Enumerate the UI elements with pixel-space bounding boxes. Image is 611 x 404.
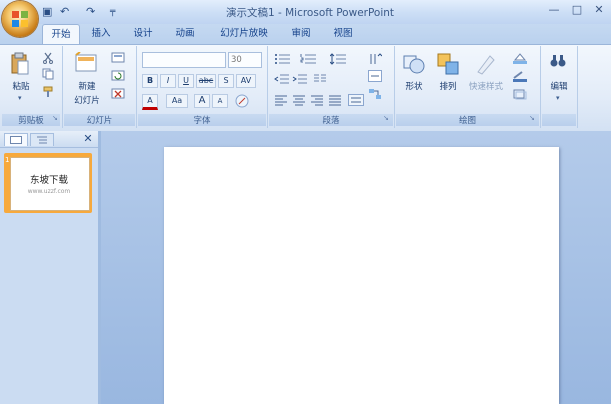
paste-label: 粘贴 (12, 82, 30, 92)
tab-outline-view[interactable] (30, 133, 54, 146)
shrink-font-button[interactable]: A (212, 94, 228, 108)
decrease-indent-icon[interactable] (274, 72, 290, 86)
format-painter-icon[interactable] (42, 86, 54, 98)
tab-insert[interactable]: 插入 (86, 24, 116, 43)
thumbnail-subtitle: www.uzzf.com (27, 188, 71, 195)
bullets-icon[interactable] (274, 52, 292, 66)
quick-styles-icon[interactable] (474, 52, 498, 76)
align-right-icon[interactable] (310, 94, 324, 106)
convert-smartart-icon[interactable] (368, 88, 382, 100)
close-window-button[interactable]: ✕ (590, 3, 608, 17)
shape-outline-icon[interactable] (512, 70, 528, 82)
tab-design[interactable]: 设计 (128, 24, 158, 43)
align-center-icon[interactable] (292, 94, 306, 106)
layout-icon[interactable] (111, 52, 125, 63)
numbering-icon[interactable] (300, 52, 318, 66)
paste-icon[interactable] (10, 52, 30, 76)
grow-font-button[interactable]: A (194, 94, 210, 108)
minimize-button[interactable]: — (545, 3, 563, 17)
character-spacing-button[interactable]: AV (236, 74, 256, 88)
tab-review[interactable]: 审阅 (286, 24, 316, 43)
close-panel-button[interactable]: ✕ (82, 133, 94, 145)
editing-group-label (542, 114, 576, 126)
new-slide-label: 新建 (78, 82, 96, 92)
copy-icon[interactable] (42, 68, 54, 80)
office-button[interactable] (2, 1, 38, 37)
font-group-label: 字体 (138, 114, 266, 126)
arrange-label: 排列 (439, 82, 457, 92)
shapes-label: 形状 (405, 82, 423, 92)
drawing-launcher-icon[interactable]: ↘ (529, 114, 535, 122)
clipboard-launcher-icon[interactable]: ↘ (52, 114, 58, 122)
redo-icon[interactable]: ↷ (86, 5, 95, 19)
paste-dropdown-icon[interactable]: ▾ (18, 94, 22, 102)
cut-icon[interactable] (42, 52, 54, 64)
window-title: 演示文稿1 - Microsoft PowerPoint (225, 7, 395, 19)
shape-effects-icon[interactable] (512, 88, 528, 100)
italic-button[interactable]: I (160, 74, 176, 88)
strikethrough-button[interactable]: abc (196, 74, 216, 88)
editing-label: 编辑 (550, 82, 568, 92)
justify-icon[interactable] (328, 94, 342, 106)
slides-view-icon (10, 136, 22, 144)
align-left-icon[interactable] (274, 94, 288, 106)
paragraph-launcher-icon[interactable]: ↘ (383, 114, 389, 122)
tab-home[interactable]: 开始 (42, 24, 80, 44)
columns-icon[interactable] (312, 72, 328, 86)
office-logo-icon (12, 11, 28, 27)
tab-view[interactable]: 视图 (328, 24, 358, 43)
shape-fill-icon[interactable] (512, 52, 528, 64)
new-slide-label-2: 幻灯片 (74, 96, 100, 106)
delete-slide-icon[interactable] (111, 88, 125, 99)
increase-indent-icon[interactable] (292, 72, 308, 86)
change-case-button[interactable]: Aa (166, 94, 188, 108)
maximize-button[interactable]: □ (568, 3, 586, 17)
line-spacing-icon[interactable] (330, 52, 348, 66)
tab-slides-view[interactable] (4, 133, 28, 146)
shadow-button[interactable]: S (218, 74, 234, 88)
new-slide-icon[interactable] (74, 52, 98, 74)
customize-toolbar-icon[interactable]: ╤ (110, 5, 115, 19)
tab-animations[interactable]: 动画 (170, 24, 200, 43)
binoculars-icon[interactable] (550, 52, 566, 68)
paragraph-group-label: 段落 (269, 114, 393, 126)
slide-number: 1 (5, 156, 10, 164)
shapes-icon[interactable] (402, 52, 426, 76)
arrange-icon[interactable] (436, 52, 460, 76)
reset-slide-icon[interactable] (111, 70, 125, 81)
save-icon[interactable]: ▣ (42, 5, 52, 19)
undo-icon[interactable]: ↶ (60, 5, 69, 19)
text-direction-icon[interactable] (368, 52, 382, 66)
font-name-combo[interactable] (142, 52, 226, 68)
slides-group-label: 幻灯片 (64, 114, 135, 126)
clear-formatting-icon[interactable] (234, 93, 250, 109)
editing-dropdown-icon[interactable]: ▾ (556, 94, 560, 102)
slide-canvas[interactable] (164, 147, 559, 404)
align-text-icon[interactable] (368, 70, 382, 82)
quick-styles-label: 快速样式 (468, 82, 503, 92)
bold-button[interactable]: B (142, 74, 158, 88)
tab-slideshow[interactable]: 幻灯片放映 (214, 24, 274, 43)
underline-button[interactable]: U (178, 74, 194, 88)
outline-view-icon (37, 136, 47, 144)
thumbnail-title: 东坡下载 (29, 175, 68, 186)
font-size-combo[interactable]: 30 (228, 52, 262, 68)
font-color-button[interactable]: A (142, 94, 158, 110)
drawing-group-label: 绘图 (396, 114, 539, 126)
distributed-icon[interactable] (348, 94, 364, 106)
